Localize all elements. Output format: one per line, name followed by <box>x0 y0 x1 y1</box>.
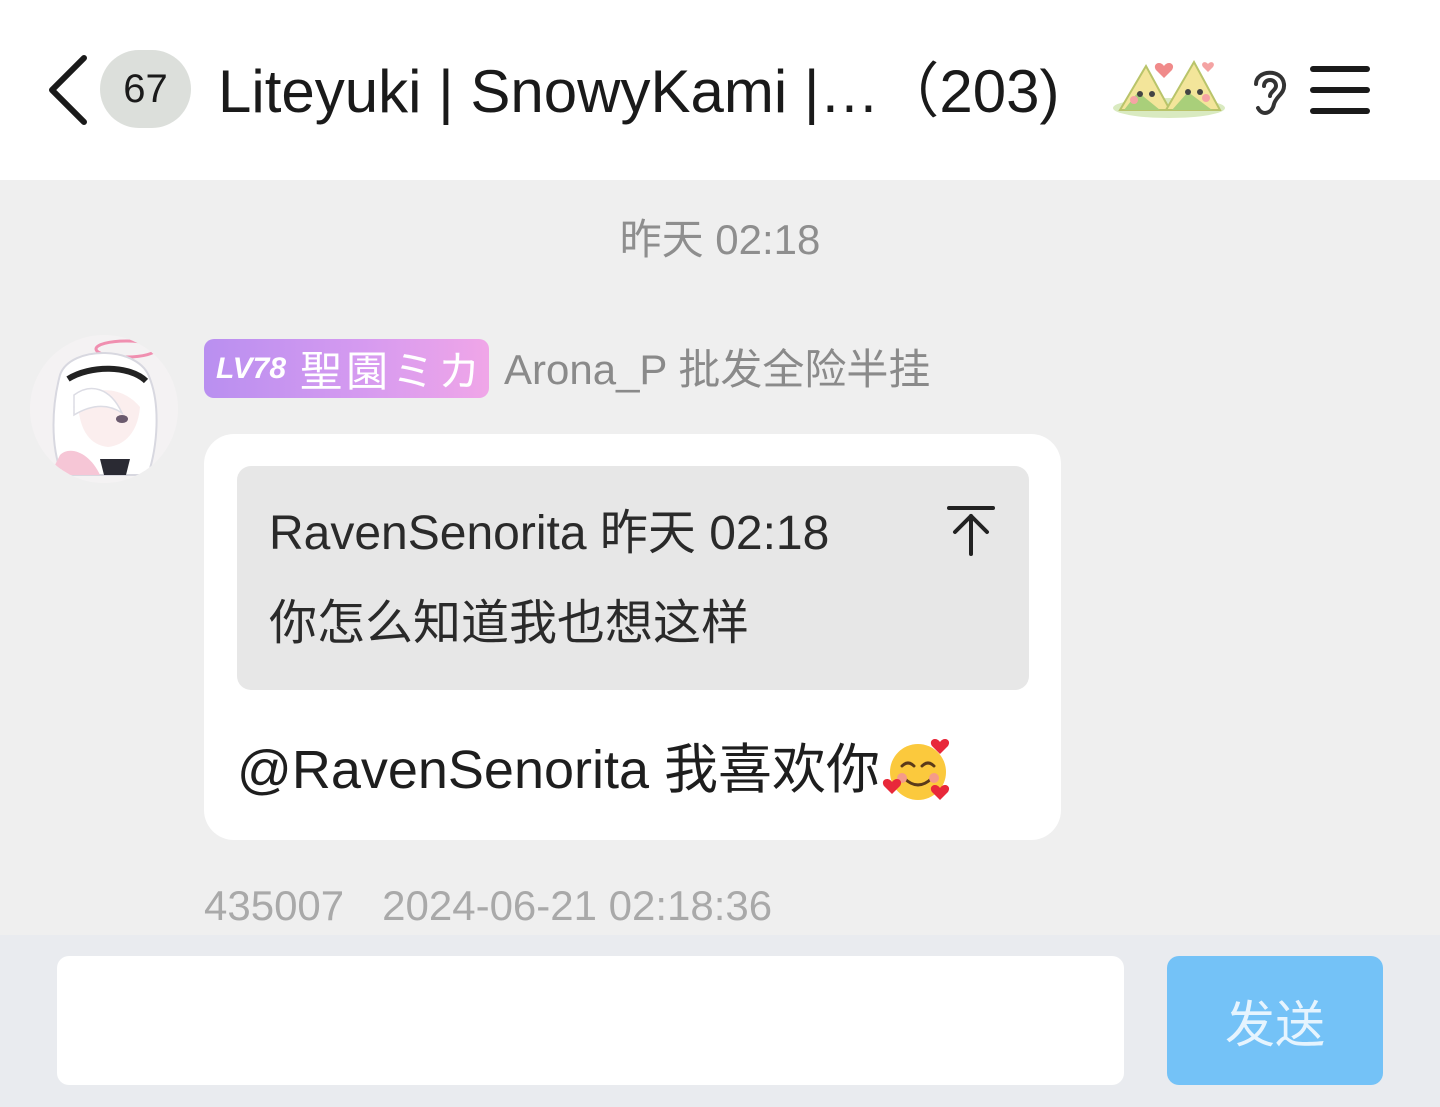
message-body: 我喜欢你 <box>649 740 881 800</box>
avatar[interactable] <box>30 335 178 483</box>
rice-dumpling-sticker <box>1113 59 1225 118</box>
back-button[interactable] <box>40 50 96 130</box>
member-level-badge: LV78 聖園ミカ <box>204 339 489 398</box>
chat-header: 67 Liteyuki | SnowyKami |…（203) <box>0 0 1440 180</box>
smiling-face-with-hearts-emoji <box>882 739 950 800</box>
message-bubble[interactable]: RavenSenorita 昨天 02:18 你怎么知道我也想这样 @Raven… <box>204 434 1061 840</box>
quoted-author-time: RavenSenorita 昨天 02:18 <box>269 507 830 560</box>
input-bar: 发送 <box>0 935 1440 1107</box>
chevron-left-icon <box>49 55 87 125</box>
quoted-text: 你怎么知道我也想这样 <box>269 597 750 650</box>
jump-to-top-icon[interactable] <box>945 502 997 558</box>
send-button[interactable]: 发送 <box>1167 956 1383 1085</box>
message-input[interactable] <box>57 956 1124 1085</box>
anime-avatar-image <box>30 335 178 483</box>
message-text: @RavenSenorita 我喜欢你 <box>237 734 954 806</box>
group-title[interactable]: Liteyuki | SnowyKami |…（203) <box>218 52 1060 132</box>
quoted-message[interactable]: RavenSenorita 昨天 02:18 你怎么知道我也想这样 <box>237 466 1029 690</box>
member-title: 聖園ミカ <box>300 348 485 395</box>
unread-count-badge[interactable]: 67 <box>100 50 191 128</box>
time-divider: 昨天 02:18 <box>619 216 821 263</box>
hamburger-menu-icon[interactable] <box>1308 62 1372 118</box>
message-meta: 435007 2024-06-21 02:18:36 <box>204 878 772 934</box>
message-timestamp: 2024-06-21 02:18:36 <box>382 882 773 929</box>
mention-link[interactable]: @RavenSenorita <box>237 735 649 805</box>
sender-name[interactable]: Arona_P 批发全险半挂 <box>504 340 930 400</box>
level-number: LV78 <box>216 351 287 385</box>
ear-icon[interactable] <box>1246 62 1292 122</box>
message-id: 435007 <box>204 882 345 929</box>
